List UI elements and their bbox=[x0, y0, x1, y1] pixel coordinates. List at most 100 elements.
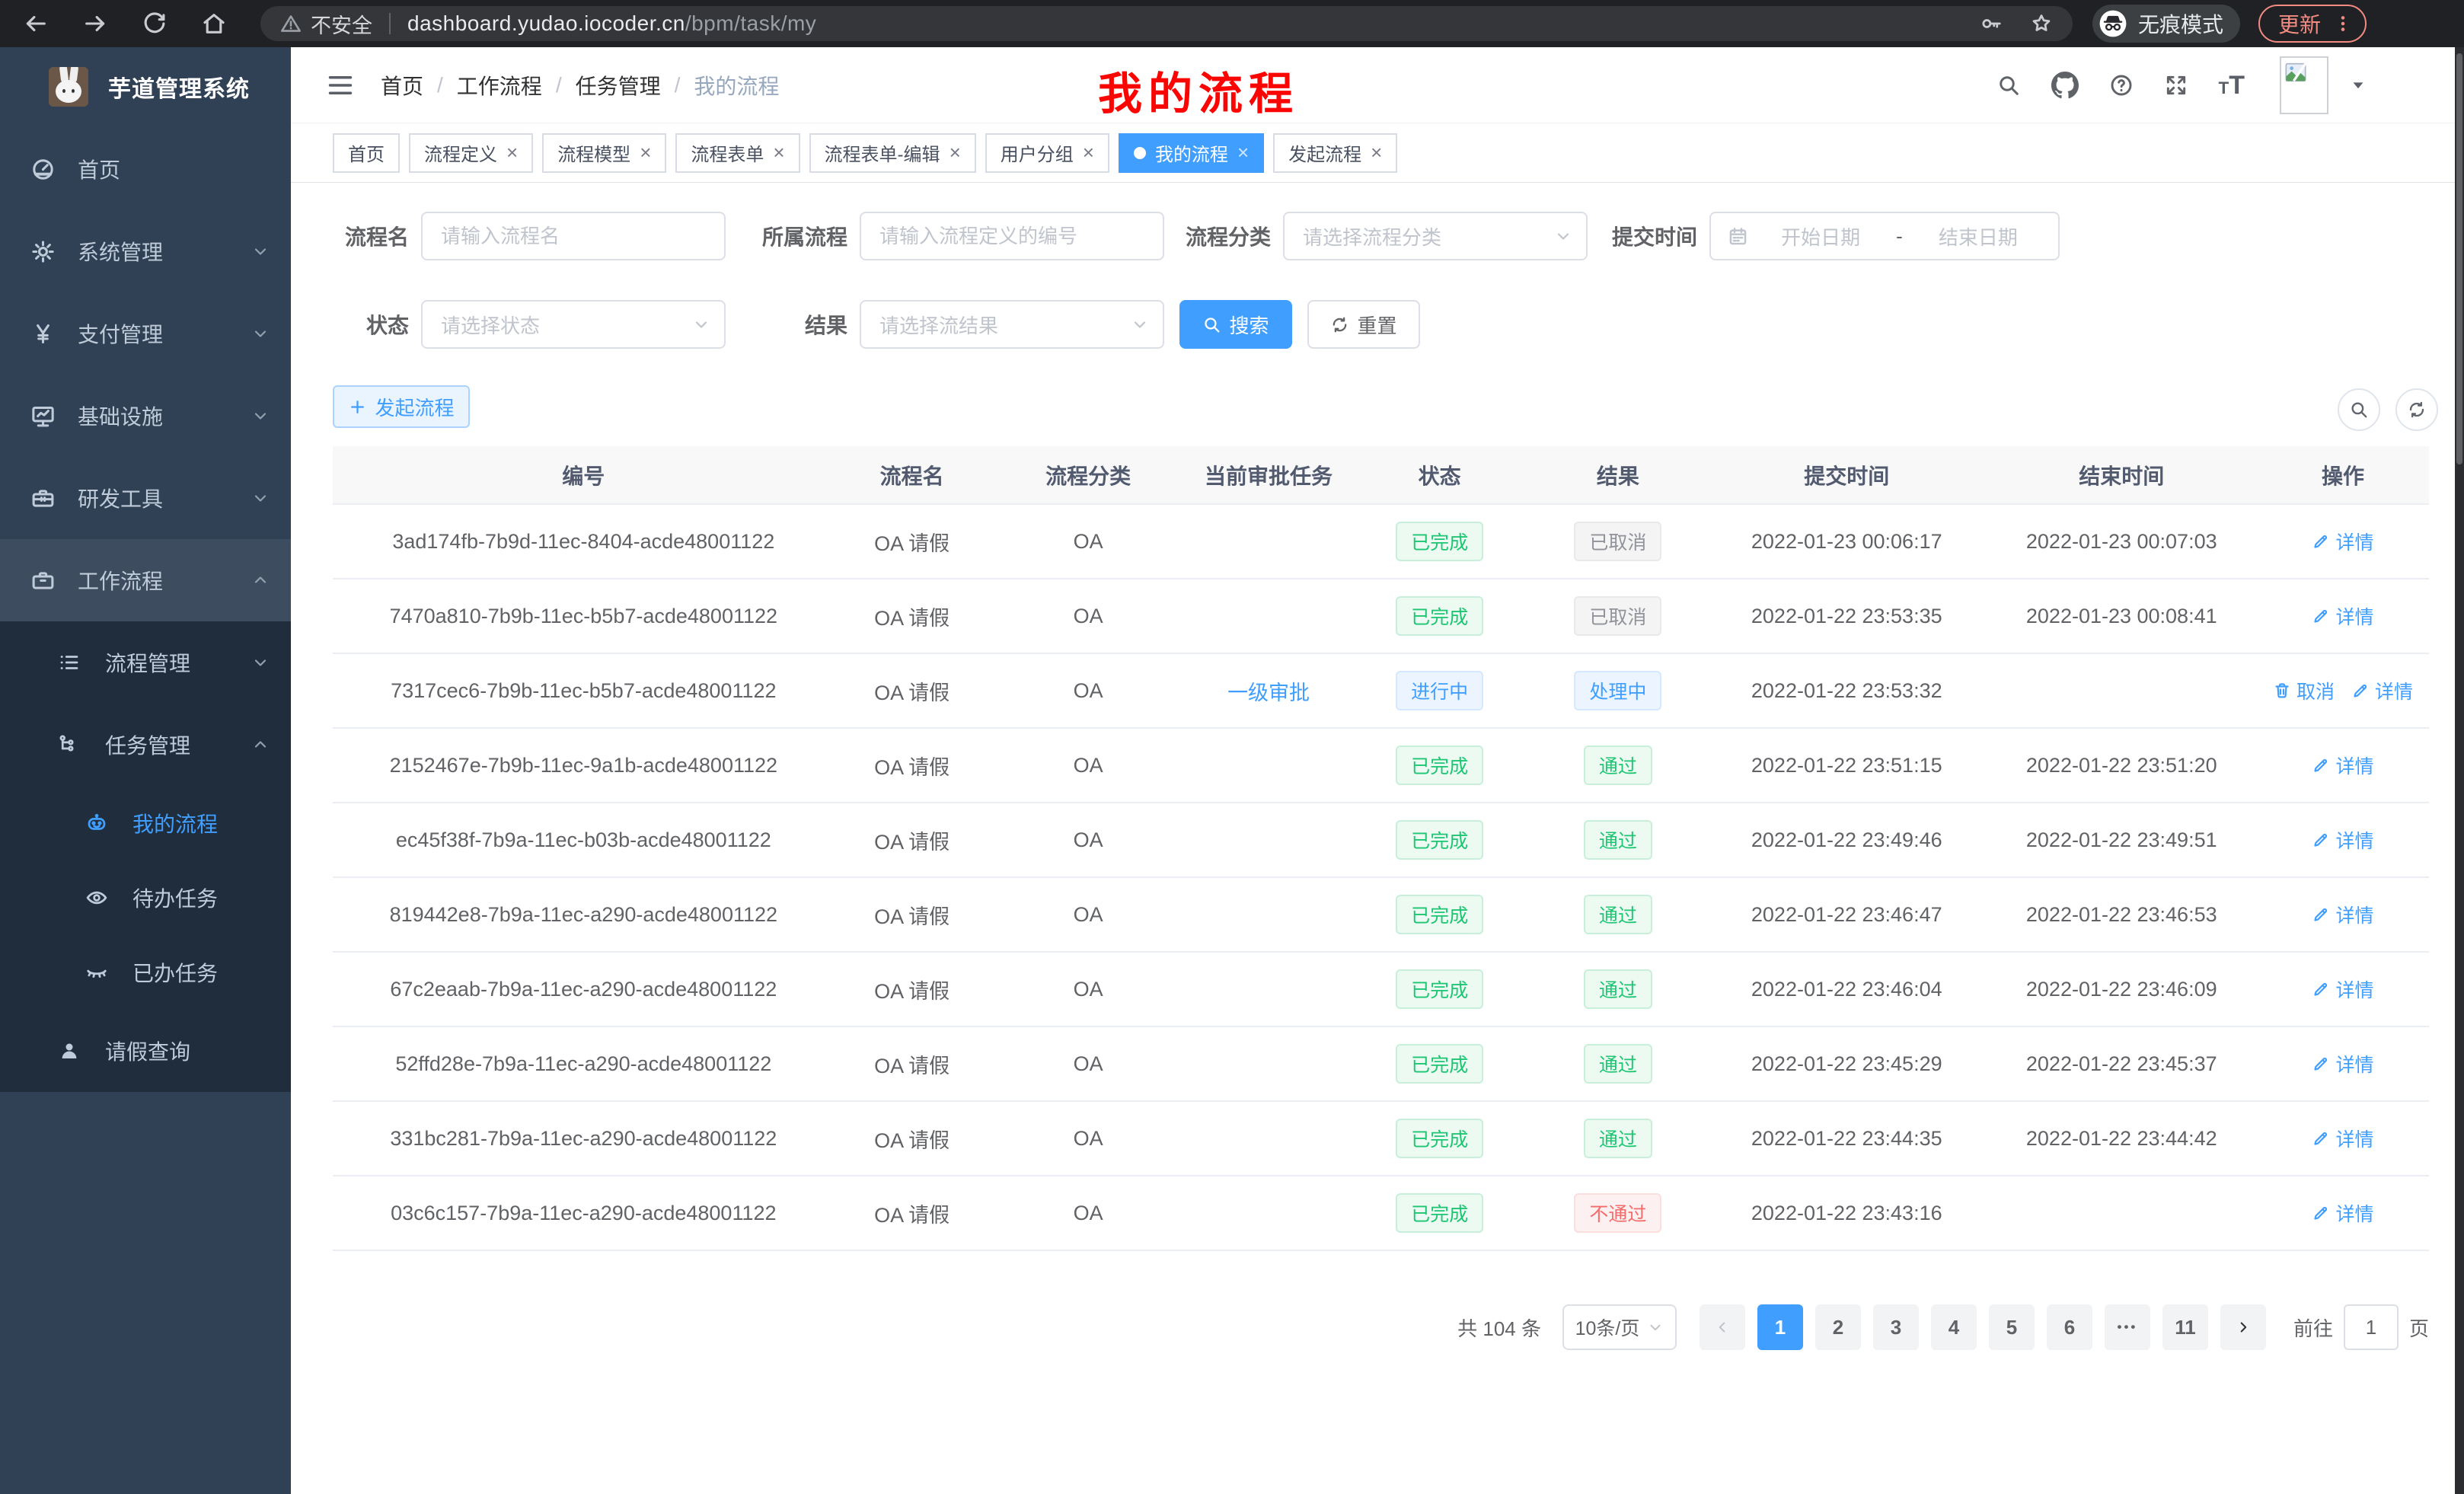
update-button[interactable]: 更新 bbox=[2258, 5, 2367, 43]
sidebar-item-todo-task[interactable]: 待办任务 bbox=[0, 860, 291, 935]
browser-home-icon[interactable] bbox=[201, 11, 227, 37]
goto-page-input[interactable] bbox=[2344, 1304, 2399, 1350]
not-secure-warning-icon[interactable] bbox=[280, 13, 302, 34]
help-icon[interactable] bbox=[2109, 73, 2134, 97]
close-tab-icon[interactable]: × bbox=[773, 141, 784, 164]
security-label: 不安全 bbox=[311, 9, 372, 39]
sidebar-item-workflow[interactable]: 工作流程 bbox=[0, 539, 291, 621]
sidebar-item-devtools[interactable]: 研发工具 bbox=[0, 457, 291, 539]
user-avatar[interactable] bbox=[2280, 56, 2328, 114]
tab-user-group[interactable]: 用户分组× bbox=[985, 133, 1109, 173]
scrollbar-thumb[interactable] bbox=[2456, 53, 2462, 464]
browser-forward-icon[interactable] bbox=[82, 11, 108, 37]
edit-icon bbox=[2312, 1204, 2330, 1222]
github-icon[interactable] bbox=[2051, 72, 2079, 99]
sidebar-item-done-task[interactable]: 已办任务 bbox=[0, 935, 291, 1010]
submit-time-range-picker[interactable]: 开始日期 - 结束日期 bbox=[1709, 212, 2060, 260]
close-tab-icon[interactable]: × bbox=[1083, 141, 1094, 164]
breadcrumb-item[interactable]: 工作流程 bbox=[457, 70, 542, 101]
current-task-link[interactable]: 一级审批 bbox=[1227, 682, 1310, 704]
detail-link[interactable]: 详情 bbox=[2312, 975, 2373, 1003]
next-page-button[interactable] bbox=[2220, 1304, 2266, 1350]
sidebar-item-payment[interactable]: 支付管理 bbox=[0, 292, 291, 375]
fullscreen-icon[interactable] bbox=[2164, 73, 2188, 97]
more-pages-button[interactable]: ••• bbox=[2105, 1304, 2150, 1350]
page-button-5[interactable]: 5 bbox=[1989, 1304, 2035, 1350]
page-scrollbar[interactable] bbox=[2455, 47, 2464, 1494]
tab-process-form-edit[interactable]: 流程表单-编辑× bbox=[809, 133, 976, 173]
table-search-toggle-button[interactable] bbox=[2338, 388, 2380, 431]
sidebar-item-task-mgmt[interactable]: 任务管理 bbox=[0, 704, 291, 786]
tab-process-definition[interactable]: 流程定义× bbox=[409, 133, 533, 173]
close-tab-icon[interactable]: × bbox=[640, 141, 651, 164]
page-button-11[interactable]: 11 bbox=[2162, 1304, 2208, 1350]
page-button-4[interactable]: 4 bbox=[1931, 1304, 1977, 1350]
table-refresh-button[interactable] bbox=[2395, 388, 2438, 431]
sidebar-item-system[interactable]: 系统管理 bbox=[0, 210, 291, 292]
browser-menu-icon[interactable] bbox=[2333, 14, 2353, 34]
cell-category: OA bbox=[990, 653, 1187, 728]
cancel-link[interactable]: 取消 bbox=[2273, 677, 2335, 704]
page-button-2[interactable]: 2 bbox=[1815, 1304, 1861, 1350]
detail-link[interactable]: 详情 bbox=[2312, 1050, 2373, 1077]
sidebar-toggle-icon[interactable] bbox=[326, 71, 355, 100]
start-date-placeholder[interactable]: 开始日期 bbox=[1748, 222, 1893, 251]
detail-link[interactable]: 详情 bbox=[2312, 1125, 2373, 1152]
cell-result: 通过 bbox=[1529, 1026, 1707, 1101]
page-button-3[interactable]: 3 bbox=[1873, 1304, 1919, 1350]
url-bar[interactable]: 不安全 dashboard.yudao.iocoder.cn/bpm/task/… bbox=[260, 6, 2073, 41]
cell-process-name: OA 请假 bbox=[835, 803, 990, 877]
detail-link[interactable]: 详情 bbox=[2312, 602, 2373, 630]
page-button-1[interactable]: 1 bbox=[1757, 1304, 1803, 1350]
status-select[interactable]: 请选择状态 bbox=[421, 300, 726, 349]
sidebar-item-my-process[interactable]: 我的流程 bbox=[0, 786, 291, 860]
sidebar-item-infra[interactable]: 基础设施 bbox=[0, 375, 291, 457]
incognito-label: 无痕模式 bbox=[2138, 8, 2223, 39]
status-select-placeholder: 请选择状态 bbox=[441, 311, 540, 339]
tab-process-form[interactable]: 流程表单× bbox=[675, 133, 800, 173]
tab-process-model[interactable]: 流程模型× bbox=[542, 133, 666, 173]
close-tab-icon[interactable]: × bbox=[1371, 141, 1382, 164]
close-tab-icon[interactable]: × bbox=[950, 141, 961, 164]
browser-reload-icon[interactable] bbox=[142, 11, 168, 37]
breadcrumb-item[interactable]: 首页 bbox=[381, 70, 423, 101]
font-size-icon[interactable]: TT bbox=[2219, 72, 2245, 98]
cell-result: 通过 bbox=[1529, 952, 1707, 1026]
sidebar-item-leave-query[interactable]: 请假查询 bbox=[0, 1010, 291, 1092]
detail-link[interactable]: 详情 bbox=[2312, 901, 2373, 928]
page-button-6[interactable]: 6 bbox=[2047, 1304, 2092, 1350]
detail-link[interactable]: 详情 bbox=[2312, 1199, 2373, 1227]
password-key-icon[interactable] bbox=[1980, 12, 2003, 35]
result-select[interactable]: 请选择流结果 bbox=[860, 300, 1164, 349]
process-name-input[interactable] bbox=[421, 212, 726, 260]
tab-home[interactable]: 首页 bbox=[333, 133, 400, 173]
search-button[interactable]: 搜索 bbox=[1179, 300, 1292, 349]
avatar-dropdown-caret-icon[interactable] bbox=[2350, 77, 2367, 94]
action-label: 详情 bbox=[2335, 1125, 2373, 1152]
detail-link[interactable]: 详情 bbox=[2351, 677, 2413, 704]
detail-link[interactable]: 详情 bbox=[2312, 528, 2373, 555]
tab-create-process[interactable]: 发起流程× bbox=[1273, 133, 1397, 173]
browser-back-icon[interactable] bbox=[23, 11, 49, 37]
page-size-select[interactable]: 10条/页 bbox=[1562, 1304, 1677, 1350]
sidebar-item-process-mgmt[interactable]: 流程管理 bbox=[0, 621, 291, 704]
create-process-button[interactable]: 发起流程 bbox=[333, 385, 470, 428]
reset-button[interactable]: 重置 bbox=[1307, 300, 1420, 349]
detail-link[interactable]: 详情 bbox=[2312, 752, 2373, 779]
cell-actions: 取消详情 bbox=[2257, 653, 2429, 728]
process-definition-input[interactable] bbox=[860, 212, 1164, 260]
tab-my-process[interactable]: 我的流程× bbox=[1119, 133, 1264, 173]
prev-page-button[interactable] bbox=[1700, 1304, 1745, 1350]
detail-link[interactable]: 详情 bbox=[2312, 826, 2373, 854]
result-badge: 通过 bbox=[1584, 1119, 1652, 1158]
bookmark-star-icon[interactable] bbox=[2030, 12, 2053, 35]
close-tab-icon[interactable]: × bbox=[1237, 141, 1249, 164]
action-label: 详情 bbox=[2335, 1050, 2373, 1077]
header-search-icon[interactable] bbox=[1996, 73, 2021, 97]
sidebar-item-home[interactable]: 首页 bbox=[0, 128, 291, 210]
close-tab-icon[interactable]: × bbox=[506, 141, 518, 164]
end-date-placeholder[interactable]: 结束日期 bbox=[1906, 222, 2051, 251]
cell-submit-time: 2022-01-22 23:43:16 bbox=[1707, 1176, 1987, 1250]
breadcrumb-item[interactable]: 任务管理 bbox=[576, 70, 661, 101]
category-select[interactable]: 请选择流程分类 bbox=[1283, 212, 1588, 260]
